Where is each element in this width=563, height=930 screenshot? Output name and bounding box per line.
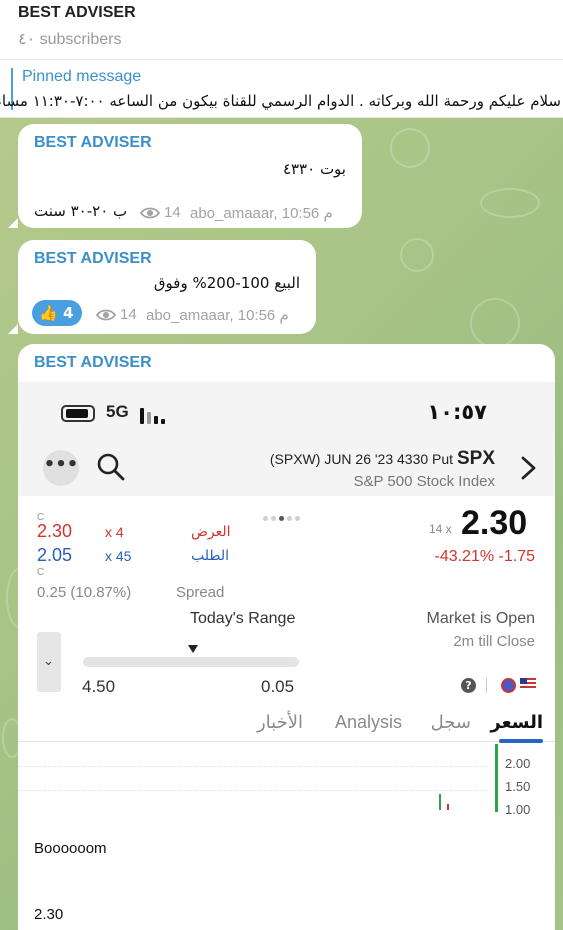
pinned-text: سلام عليكم ورحمة الله وبركاته . الدوام ا… [0,92,561,110]
message-text: ب ٢٠-٣٠ سنت [34,202,128,220]
message-sender: BEST ADVISER [34,250,152,267]
grid-line [18,766,488,767]
market-status: Market is Open [426,610,535,627]
contract-desc: (SPXW) JUN 26 '23 4330 Put [269,451,454,467]
pinned-label: Pinned message [22,68,142,85]
message-text: بوت ٤٣٣٠ [282,160,346,178]
channel-header[interactable]: BEST ADVISER ٤٠ subscribers [0,0,563,60]
battery-icon [61,405,95,422]
chat-area[interactable]: BEST ADVISER بوت ٤٣٣٠ ب ٢٠-٣٠ سنت 14 abo… [0,118,563,930]
range-low: 4.50 [82,677,116,696]
ask-price: 2.30 [37,521,73,541]
caption-area: Boooooom 2.30 [18,832,555,930]
view-count: 14 [164,204,181,221]
more-options-button[interactable]: ••• [43,450,79,486]
chevron-right-icon[interactable] [517,454,541,482]
range-marker [188,645,198,653]
reaction-count: 4 [63,304,74,322]
chevron-down-icon: ⌄ [43,654,54,669]
bubble-tail [8,218,18,228]
bubble-tail [8,324,18,334]
y-tick: 1.00 [505,802,531,817]
signal-icon [154,416,158,424]
us-flag-icon [520,678,536,690]
thumbs-up-icon: 👍 [39,304,58,322]
price-chart[interactable]: 2.00 1.50 1.00 [18,742,555,826]
last-size: 14 x [429,522,452,536]
bid-size: x 45 [105,548,132,564]
quote-header: ••• (SPXW) JUN 26 '23 4330 Put SPX S&P 5… [18,440,555,496]
range-label: Today's Range [190,610,296,627]
doodle-decoration [470,298,520,348]
message-text: البيع 100-200% وفوق [153,274,300,292]
search-icon[interactable] [96,452,126,482]
range-track [83,657,299,667]
message-sender: BEST ADVISER [34,134,152,151]
price-candle [447,804,449,810]
message-sender: BEST ADVISER [34,354,152,371]
network-label: 5G [106,402,129,421]
price-candle [495,744,498,812]
divider [486,678,487,693]
last-price: 2.30 [461,504,528,542]
doodle-decoration [400,238,434,272]
signal-icon [140,408,144,424]
collapse-button[interactable]: ⌄ [37,632,61,692]
doodle-decoration [390,128,430,168]
underlying-index: S&P 500 Stock Index [353,473,495,490]
price-candle [439,794,441,810]
phone-status-bar: 5G ١٠:٥٧ [18,382,555,440]
reaction-chip[interactable]: 👍 4 [32,300,82,326]
phone-clock: ١٠:٥٧ [427,400,487,424]
message-bubble[interactable]: BEST ADVISER بوت ٤٣٣٠ ب ٢٠-٣٠ سنت 14 abo… [18,124,362,228]
image-message-bubble[interactable]: BEST ADVISER 5G ١٠:٥٧ ••• (SPXW) JUN 26 … [18,344,555,930]
doodle-decoration [480,188,540,218]
message-caption: 2.30 [34,906,64,923]
price-change: -43.21% -1.75 [434,548,535,565]
bid-label: الطلب [191,548,230,564]
ask-label: العرض [191,524,231,540]
spread-value: 0.25 (10.87%) [37,584,132,601]
author-time: abo_amaaar, 10:56 م [190,205,333,222]
y-tick: 2.00 [505,756,531,771]
author-time: abo_amaaar, 10:56 م [146,307,289,324]
eye-icon [96,309,116,321]
y-tick: 1.50 [505,779,531,794]
range-high: 0.05 [261,677,295,696]
help-icon[interactable]: ? [461,678,476,693]
message-caption: Boooooom [34,840,107,857]
page-indicator [263,506,303,525]
tab-analysis[interactable]: Analysis [335,712,402,733]
view-count: 14 [120,306,137,323]
subscriber-count: ٤٠ subscribers [18,31,122,48]
message-bubble[interactable]: BEST ADVISER البيع 100-200% وفوق 👍 4 14 … [18,240,316,334]
tab-news[interactable]: الأخبار [257,712,303,733]
spread-label: Spread [176,584,225,601]
contract-symbol: SPX [456,448,495,469]
pinned-message-bar[interactable]: Pinned message سلام عليكم ورحمة الله وبر… [0,60,563,118]
bid-price: 2.05 [37,545,73,565]
close-info: 2m till Close [453,633,535,650]
tab-price[interactable]: السعر [490,712,543,733]
eye-icon [140,207,160,219]
channel-title: BEST ADVISER [18,4,136,21]
quote-tabs: السعر سجل Analysis الأخبار [18,708,555,743]
bid-flag: C [37,567,45,578]
ask-size: x 4 [105,524,124,540]
signal-icon [161,419,165,424]
contract-title: (SPXW) JUN 26 '23 4330 Put SPX [270,448,495,470]
grid-line [18,790,488,791]
signal-icon [147,412,151,424]
clock-icon [501,678,516,693]
tab-history[interactable]: سجل [431,712,471,733]
